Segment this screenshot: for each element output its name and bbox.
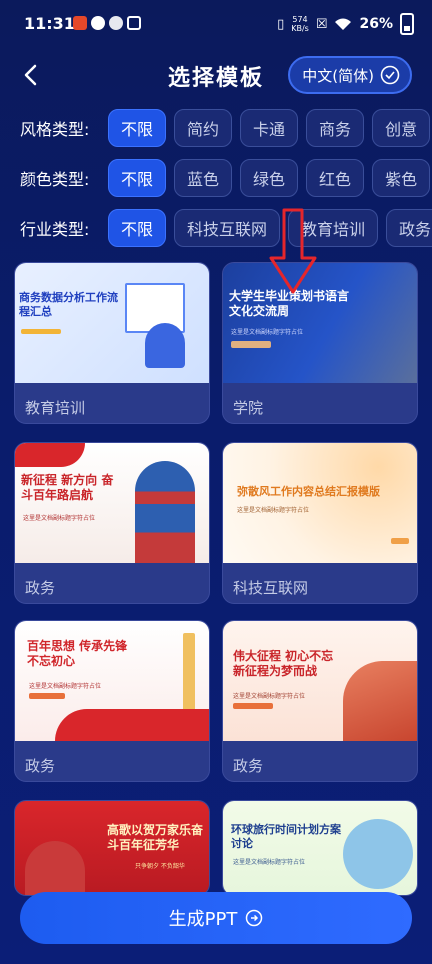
template-thumb-title: 新征程 新方向 奋斗百年路启航 xyxy=(21,473,114,502)
template-category: 政务 xyxy=(233,757,264,775)
thumb-illustration xyxy=(25,841,85,895)
filter-chip[interactable]: 蓝色 xyxy=(174,159,233,197)
thumb-temple-illustration xyxy=(135,461,195,563)
template-card[interactable]: 环球旅行时间计划方案讨论 这里是文档副标题字符占位 xyxy=(222,800,418,896)
thumb-ribbon xyxy=(55,709,209,741)
template-thumb-subtitle: 这里是文档副标题字符占位 xyxy=(29,683,102,690)
filter-chip[interactable]: 不限 xyxy=(108,109,167,147)
template-thumb-subtitle: 只争朝夕 不负韶华 xyxy=(135,863,185,870)
status-bar: 11:31 ▯ 574 KB/s ☒ 26% xyxy=(0,0,432,50)
language-label: 中文(简体) xyxy=(302,66,374,85)
template-thumb-subtitle: 这里是文档副标题字符占位 xyxy=(233,693,306,700)
thumb-globe-illustration xyxy=(343,819,413,889)
filter-chip[interactable]: 卡通 xyxy=(240,109,299,147)
filter-chip[interactable]: 简约 xyxy=(174,109,233,147)
notification-app-icon xyxy=(109,16,123,30)
filter-chip[interactable]: 商务 xyxy=(306,109,365,147)
filter-chip[interactable]: 绿色 xyxy=(240,159,299,197)
template-category: 科技互联网 xyxy=(233,579,309,597)
filter-chip[interactable]: 政务 xyxy=(386,209,432,247)
language-selector[interactable]: 中文(简体) xyxy=(288,56,412,94)
template-category: 学院 xyxy=(233,399,264,417)
thumb-ribbon xyxy=(15,443,85,467)
no-sim-icon: ☒ xyxy=(315,16,328,32)
notification-app-icon xyxy=(73,16,87,30)
template-category: 政务 xyxy=(25,579,56,597)
template-thumbnail: 高歌以贺万家乐奋斗百年征芳华 只争朝夕 不负韶华 xyxy=(15,801,209,895)
check-circle-icon xyxy=(380,65,400,85)
generate-ppt-button[interactable]: 生成PPT xyxy=(20,892,412,944)
battery-percent: 26% xyxy=(359,16,393,32)
template-thumbnail: 百年思想 传承先锋不忘初心 这里是文档副标题字符占位 xyxy=(15,621,209,741)
filter-row-style: 风格类型: 不限 简约 卡通 商务 创意 xyxy=(0,108,432,148)
template-thumb-title: 百年思想 传承先锋不忘初心 xyxy=(27,639,128,668)
filter-chip[interactable]: 红色 xyxy=(306,159,365,197)
arrow-right-circle-icon xyxy=(246,909,263,927)
thumb-accent-bar xyxy=(29,693,65,699)
filter-chip[interactable]: 科技互联网 xyxy=(174,209,281,247)
template-thumbnail: 大学生毕业策划书语言文化交流周 这里是文档副标题字符占位 xyxy=(223,263,417,383)
generate-ppt-label: 生成PPT xyxy=(168,909,238,930)
template-card[interactable]: 高歌以贺万家乐奋斗百年征芳华 只争朝夕 不负韶华 xyxy=(14,800,210,896)
template-thumbnail: 伟大征程 初心不忘新征程为梦而战 这里是文档副标题字符占位 xyxy=(223,621,417,741)
template-thumb-title: 商务数据分析工作流程汇总 xyxy=(19,291,118,318)
thumb-accent-bar xyxy=(231,341,271,348)
vibrate-icon: ▯ xyxy=(277,16,285,32)
filter-chip[interactable]: 创意 xyxy=(372,109,431,147)
template-thumbnail: 弥散风工作内容总结汇报模版 这里是文档副标题字符占位 xyxy=(223,443,417,563)
wifi-icon xyxy=(335,18,352,30)
template-thumb-title: 弥散风工作内容总结汇报模版 xyxy=(237,485,380,498)
template-category: 教育培训 xyxy=(25,399,86,417)
header: 选择模板 中文(简体) xyxy=(0,52,432,100)
filter-chip[interactable]: 不限 xyxy=(108,209,167,247)
thumb-accent-bar xyxy=(233,703,273,709)
filter-row-industry: 行业类型: 不限 科技互联网 教育培训 政务 xyxy=(0,208,432,248)
template-thumbnail: 商务数据分析工作流程汇总 xyxy=(15,263,209,383)
template-card[interactable]: 弥散风工作内容总结汇报模版 这里是文档副标题字符占位 科技互联网 xyxy=(222,442,418,604)
status-notification-icons xyxy=(73,16,141,30)
filter-label: 行业类型: xyxy=(20,220,90,239)
battery-icon xyxy=(400,13,414,35)
thumb-accent-bar xyxy=(21,329,61,334)
filter-label: 颜色类型: xyxy=(20,170,90,189)
template-thumb-subtitle: 这里是文档副标题字符占位 xyxy=(231,329,304,336)
template-card[interactable]: 商务数据分析工作流程汇总 教育培训 xyxy=(14,262,210,424)
template-card[interactable]: 大学生毕业策划书语言文化交流周 这里是文档副标题字符占位 学院 xyxy=(222,262,418,424)
filter-chip[interactable]: 紫色 xyxy=(372,159,431,197)
network-speed: 574 KB/s xyxy=(291,15,309,33)
template-thumb-title: 环球旅行时间计划方案讨论 xyxy=(231,823,341,850)
filter-row-color: 颜色类型: 不限 蓝色 绿色 红色 紫色 xyxy=(0,158,432,198)
template-card[interactable]: 新征程 新方向 奋斗百年路启航 这里是文档副标题字符占位 政务 xyxy=(14,442,210,604)
annotation-arrow-icon xyxy=(269,208,317,294)
template-thumb-subtitle: 这里是文档副标题字符占位 xyxy=(233,859,306,866)
template-thumbnail: 新征程 新方向 奋斗百年路启航 这里是文档副标题字符占位 xyxy=(15,443,209,563)
template-thumb-subtitle: 这里是文档副标题字符占位 xyxy=(237,507,310,514)
template-card[interactable]: 百年思想 传承先锋不忘初心 这里是文档副标题字符占位 政务 xyxy=(14,620,210,782)
status-indicators: ▯ 574 KB/s ☒ 26% xyxy=(277,13,414,35)
filter-label: 风格类型: xyxy=(20,120,90,139)
template-card[interactable]: 伟大征程 初心不忘新征程为梦而战 这里是文档副标题字符占位 政务 xyxy=(222,620,418,782)
template-thumbnail: 环球旅行时间计划方案讨论 这里是文档副标题字符占位 xyxy=(223,801,417,895)
filter-chip[interactable]: 不限 xyxy=(108,159,167,197)
thumb-illustration xyxy=(145,323,185,368)
template-thumb-title: 伟大征程 初心不忘新征程为梦而战 xyxy=(233,649,334,678)
template-thumb-subtitle: 这里是文档副标题字符占位 xyxy=(23,515,96,522)
thumb-pillar-illustration xyxy=(183,633,195,713)
thumb-greatwall-illustration xyxy=(343,661,417,741)
notification-app-icon xyxy=(91,16,105,30)
notification-app-icon xyxy=(127,16,141,30)
status-time: 11:31 xyxy=(24,14,75,33)
template-category: 政务 xyxy=(25,757,56,775)
thumb-accent-bar xyxy=(391,538,409,544)
template-thumb-title: 高歌以贺万家乐奋斗百年征芳华 xyxy=(107,823,204,852)
